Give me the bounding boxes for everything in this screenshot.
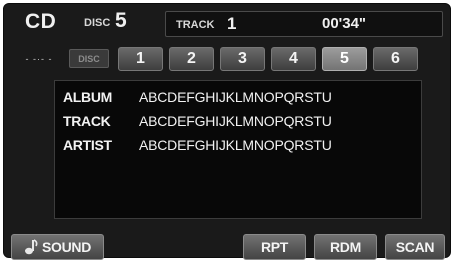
repeat-button[interactable]: RPT [243,234,306,260]
album-row: ALBUM ABCDEFGHIJKLMNOPQRSTU [63,89,332,105]
artist-label: ARTIST [63,137,112,153]
track-title-label: TRACK [63,113,111,129]
artist-row: ARTIST ABCDEFGHIJKLMNOPQRSTU [63,137,332,153]
album-value: ABCDEFGHIJKLMNOPQRSTU [139,89,332,105]
track-time-panel: TRACK 1 00'34" [165,11,443,37]
disc-button-6[interactable]: 6 [373,47,418,71]
random-button[interactable]: RDM [314,234,377,260]
disc-label: DISC [84,17,111,29]
track-title-value: ABCDEFGHIJKLMNOPQRSTU [139,113,332,129]
current-disc-number: 5 [115,9,127,32]
track-row: TRACK ABCDEFGHIJKLMNOPQRSTU [63,113,332,129]
disc-slot-text: - -·- - [25,53,53,64]
source-label: CD [25,10,57,33]
disc-button-4[interactable]: 4 [271,47,316,71]
note-icon [24,239,38,255]
scan-button[interactable]: SCAN [385,234,445,260]
track-info-panel: ALBUM ABCDEFGHIJKLMNOPQRSTU TRACK ABCDEFGH… [54,80,422,219]
disc-tag: DISC [69,49,109,68]
artist-value: ABCDEFGHIJKLMNOPQRSTU [139,137,332,153]
disc-button-2[interactable]: 2 [169,47,214,71]
sound-button-label: SOUND [41,239,92,255]
track-label: TRACK [176,19,215,31]
album-label: ALBUM [63,89,113,105]
disc-button-5[interactable]: 5 [322,47,367,71]
current-track-number: 1 [227,14,237,33]
elapsed-time: 00'34" [322,15,367,32]
disc-slot-indicator: - -·- - [14,49,64,68]
cd-player-screen: CD DISC 5 TRACK 1 00'34" - -·- - DISC 1 … [3,3,451,260]
disc-button-1[interactable]: 1 [118,47,163,71]
sound-button[interactable]: SOUND [11,234,104,260]
disc-button-3[interactable]: 3 [220,47,265,71]
